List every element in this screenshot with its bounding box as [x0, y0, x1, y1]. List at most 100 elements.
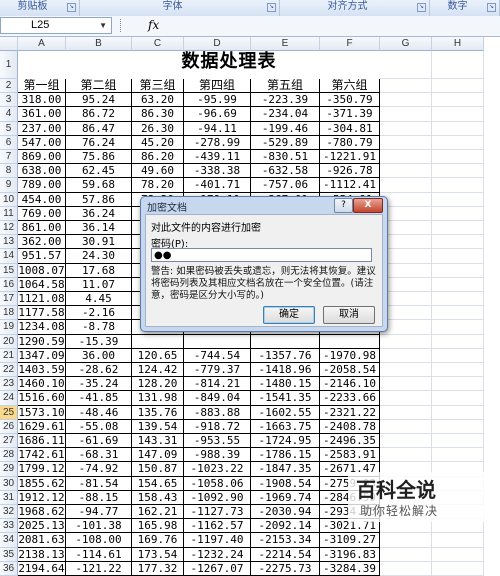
- row-header[interactable]: 34: [0, 533, 18, 548]
- table-cell[interactable]: -632.58: [251, 164, 320, 179]
- table-cell[interactable]: -68.31: [66, 448, 132, 463]
- table-cell[interactable]: 547.00: [18, 135, 66, 150]
- row-header[interactable]: 8: [0, 164, 18, 179]
- column-header[interactable]: D: [184, 37, 251, 51]
- password-input[interactable]: ●●: [151, 248, 372, 262]
- table-cell[interactable]: [432, 178, 484, 193]
- table-cell[interactable]: 361.00: [18, 107, 66, 122]
- table-cell[interactable]: 36.00: [66, 348, 132, 363]
- table-cell[interactable]: -74.92: [66, 462, 132, 477]
- table-cell[interactable]: [432, 434, 484, 449]
- chevron-down-icon[interactable]: ▼: [99, 18, 107, 33]
- table-cell[interactable]: [380, 178, 432, 193]
- row-header[interactable]: 2: [0, 79, 18, 94]
- table-cell[interactable]: 135.76: [132, 405, 184, 420]
- table-cell[interactable]: [432, 377, 484, 392]
- table-cell[interactable]: -1480.15: [251, 377, 320, 392]
- table-cell[interactable]: 165.98: [132, 519, 184, 534]
- table-cell[interactable]: -2153.34: [251, 533, 320, 548]
- table-cell[interactable]: 1629.61: [18, 419, 66, 434]
- table-cell[interactable]: -2214.54: [251, 547, 320, 562]
- table-cell[interactable]: -3109.27: [320, 533, 380, 548]
- table-cell[interactable]: -779.37: [184, 363, 251, 378]
- table-cell[interactable]: -1127.73: [184, 505, 251, 520]
- table-cell[interactable]: 131.98: [132, 391, 184, 406]
- table-cell[interactable]: [432, 192, 484, 207]
- table-cell[interactable]: -2583.91: [320, 448, 380, 463]
- table-cell[interactable]: 4.45: [66, 292, 132, 307]
- table-cell[interactable]: -61.69: [66, 434, 132, 449]
- table-cell[interactable]: -883.88: [184, 405, 251, 420]
- row-header[interactable]: 13: [0, 235, 18, 250]
- table-cell[interactable]: 49.60: [132, 164, 184, 179]
- table-cell[interactable]: [432, 121, 484, 136]
- dialog-launcher-icon[interactable]: ↘: [267, 3, 276, 12]
- table-cell[interactable]: 143.31: [132, 434, 184, 449]
- table-cell[interactable]: 638.00: [18, 164, 66, 179]
- table-cell[interactable]: [380, 547, 432, 562]
- table-cell[interactable]: [432, 93, 484, 108]
- table-cell[interactable]: [380, 419, 432, 434]
- dialog-launcher-icon[interactable]: ↘: [417, 3, 426, 12]
- table-cell[interactable]: -338.38: [184, 164, 251, 179]
- row-header[interactable]: 16: [0, 277, 18, 292]
- table-cell[interactable]: [380, 405, 432, 420]
- table-header-cell[interactable]: 第四组: [184, 79, 251, 94]
- table-cell[interactable]: 78.20: [132, 178, 184, 193]
- table-cell[interactable]: [380, 79, 432, 94]
- table-cell[interactable]: [380, 448, 432, 463]
- table-cell[interactable]: -1221.91: [320, 150, 380, 165]
- table-cell[interactable]: 1121.08: [18, 292, 66, 307]
- table-cell[interactable]: -48.46: [66, 405, 132, 420]
- table-cell[interactable]: 86.20: [132, 150, 184, 165]
- table-cell[interactable]: [380, 434, 432, 449]
- table-cell[interactable]: [432, 448, 484, 463]
- table-cell[interactable]: 1177.58: [18, 306, 66, 321]
- table-cell[interactable]: 1742.61: [18, 448, 66, 463]
- table-cell[interactable]: [432, 547, 484, 562]
- row-header[interactable]: 19: [0, 320, 18, 335]
- table-cell[interactable]: -744.54: [184, 348, 251, 363]
- table-cell[interactable]: 45.20: [132, 135, 184, 150]
- table-cell[interactable]: 789.00: [18, 178, 66, 193]
- row-header[interactable]: 28: [0, 448, 18, 463]
- table-cell[interactable]: [380, 334, 432, 349]
- table-cell[interactable]: -108.00: [66, 533, 132, 548]
- table-header-cell[interactable]: 第五组: [251, 79, 320, 94]
- table-cell[interactable]: -1092.90: [184, 490, 251, 505]
- dialog-launcher-icon[interactable]: ↘: [487, 3, 496, 12]
- table-cell[interactable]: 1516.60: [18, 391, 66, 406]
- table-cell[interactable]: -304.81: [320, 121, 380, 136]
- table-cell[interactable]: -94.11: [184, 121, 251, 136]
- insert-function-icon[interactable]: fx: [148, 18, 159, 32]
- table-cell[interactable]: 869.00: [18, 150, 66, 165]
- table-cell[interactable]: [432, 107, 484, 122]
- table-cell[interactable]: -1023.22: [184, 462, 251, 477]
- table-cell[interactable]: -1162.57: [184, 519, 251, 534]
- table-cell[interactable]: [380, 107, 432, 122]
- table-cell[interactable]: -96.69: [184, 107, 251, 122]
- row-header[interactable]: 35: [0, 547, 18, 562]
- table-cell[interactable]: -1357.76: [251, 348, 320, 363]
- table-cell[interactable]: 769.00: [18, 206, 66, 221]
- column-header[interactable]: C: [132, 37, 184, 51]
- table-cell[interactable]: 139.54: [132, 419, 184, 434]
- table-cell[interactable]: -1541.35: [251, 391, 320, 406]
- close-button[interactable]: X: [353, 198, 383, 213]
- table-cell[interactable]: [432, 320, 484, 335]
- table-cell[interactable]: 154.65: [132, 476, 184, 491]
- row-header[interactable]: 24: [0, 391, 18, 406]
- table-cell[interactable]: -15.39: [66, 334, 132, 349]
- table-cell[interactable]: 169.76: [132, 533, 184, 548]
- help-button[interactable]: ?: [334, 198, 353, 213]
- column-header[interactable]: B: [66, 37, 132, 51]
- table-cell[interactable]: -88.15: [66, 490, 132, 505]
- column-header[interactable]: H: [432, 37, 484, 51]
- table-cell[interactable]: -223.39: [251, 93, 320, 108]
- table-cell[interactable]: 1912.12: [18, 490, 66, 505]
- table-cell[interactable]: [432, 235, 484, 250]
- row-header[interactable]: 20: [0, 334, 18, 349]
- table-cell[interactable]: 26.30: [132, 121, 184, 136]
- table-cell[interactable]: -2233.66: [320, 391, 380, 406]
- table-cell[interactable]: -8.78: [66, 320, 132, 335]
